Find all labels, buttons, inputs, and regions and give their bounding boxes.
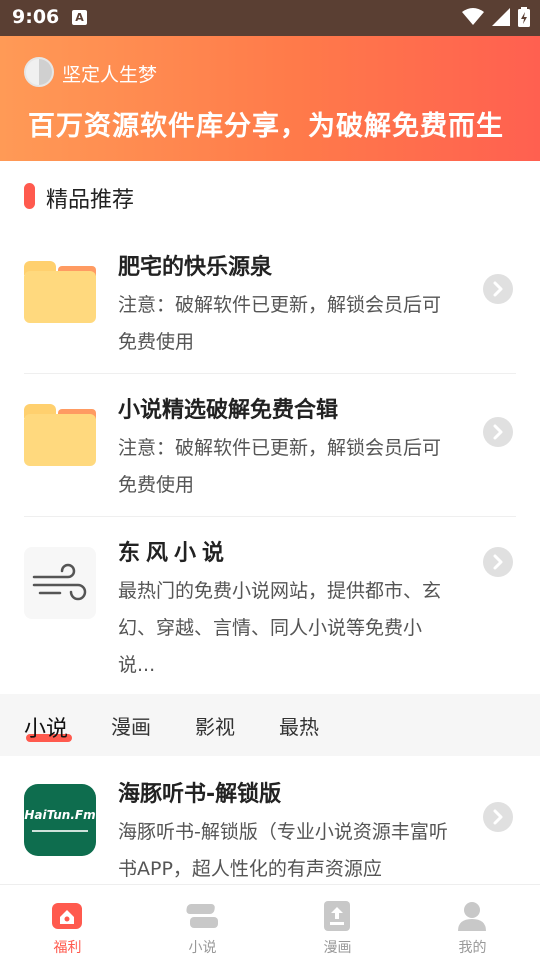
nav-label: 福利 <box>53 940 82 956</box>
recommendation-item[interactable]: 肥宅的快乐源泉 注意：破解软件已更新，解锁会员后可免费使用 <box>0 231 540 374</box>
tab-comic[interactable]: 漫画 <box>111 711 151 740</box>
signal-icon <box>492 8 510 26</box>
section-title: 精品推荐 <box>46 188 135 213</box>
recommendation-list: 肥宅的快乐源泉 注意：破解软件已更新，解锁会员后可免费使用 小说精选破解免费合辑… <box>0 231 540 697</box>
wind-icon <box>24 547 96 619</box>
recommendation-title: 肥宅的快乐源泉 <box>118 255 273 280</box>
nav-comic[interactable]: 漫画 <box>270 885 405 961</box>
recommendation-description: 注意：破解软件已更新，解锁会员后可免费使用 <box>118 437 442 496</box>
status-bar: 9:06 A <box>0 0 540 36</box>
folder-icon <box>24 261 96 323</box>
app-logo-text: HaiTun.Fm <box>24 808 96 822</box>
app-title: 海豚听书-解锁版 <box>118 782 282 807</box>
nav-mine[interactable]: 我的 <box>405 885 540 961</box>
recommendation-item[interactable]: 小说精选破解免费合辑 注意：破解软件已更新，解锁会员后可免费使用 <box>0 374 540 517</box>
recommendation-title: 小说精选破解免费合辑 <box>118 398 339 423</box>
bottom-navigation: 福利 小说 漫画 我的 <box>0 884 540 960</box>
section-header: 精品推荐 <box>0 161 540 231</box>
status-icons <box>462 7 530 27</box>
recommendation-item[interactable]: 东风小说 最热门的免费小说网站，提供都市、玄幻、穿越、言情、同人小说等免费小说.… <box>0 517 540 697</box>
category-tabs: 小说 漫画 影视 最热 <box>0 694 540 756</box>
recommendation-description: 注意：破解软件已更新，解锁会员后可免费使用 <box>118 294 442 353</box>
comic-icon <box>324 901 350 931</box>
header-banner: 坚定人生梦 百万资源软件库分享，为破解免费而生 <box>0 36 540 161</box>
chevron-right-icon[interactable] <box>483 802 513 832</box>
status-time: 9:06 <box>12 6 60 28</box>
books-icon <box>186 904 218 928</box>
nav-label: 我的 <box>458 940 487 956</box>
battery-icon <box>518 7 530 27</box>
user-icon <box>458 902 486 931</box>
folder-icon <box>24 404 96 466</box>
app-logo-icon: HaiTun.Fm <box>24 784 96 856</box>
wifi-icon <box>462 8 484 25</box>
nav-novel[interactable]: 小说 <box>135 885 270 961</box>
nav-welfare[interactable]: 福利 <box>0 885 135 961</box>
chevron-right-icon[interactable] <box>483 417 513 447</box>
tab-novel[interactable]: 小说 <box>24 711 68 743</box>
slogan: 百万资源软件库分享，为破解免费而生 <box>28 111 504 142</box>
nav-label: 漫画 <box>323 940 352 956</box>
app-list-item[interactable]: HaiTun.Fm 海豚听书-解锁版 海豚听书-解锁版（专业小说资源丰富听书AP… <box>0 756 540 886</box>
tab-video[interactable]: 影视 <box>195 711 235 740</box>
section-accent-bar <box>24 183 35 209</box>
app-description: 海豚听书-解锁版（专业小说资源丰富听书APP，超人性化的有声资源应 <box>118 821 448 880</box>
owner-name: 坚定人生梦 <box>62 64 158 86</box>
recommendation-title: 东风小说 <box>118 541 231 566</box>
chevron-right-icon[interactable] <box>483 274 513 304</box>
tab-hottest[interactable]: 最热 <box>279 711 319 740</box>
home-icon <box>52 903 82 929</box>
nav-label: 小说 <box>188 940 217 956</box>
notification-icon: A <box>72 10 87 25</box>
recommendation-description: 最热门的免费小说网站，提供都市、玄幻、穿越、言情、同人小说等免费小说... <box>118 580 442 676</box>
chevron-right-icon[interactable] <box>483 547 513 577</box>
avatar[interactable] <box>24 57 54 87</box>
